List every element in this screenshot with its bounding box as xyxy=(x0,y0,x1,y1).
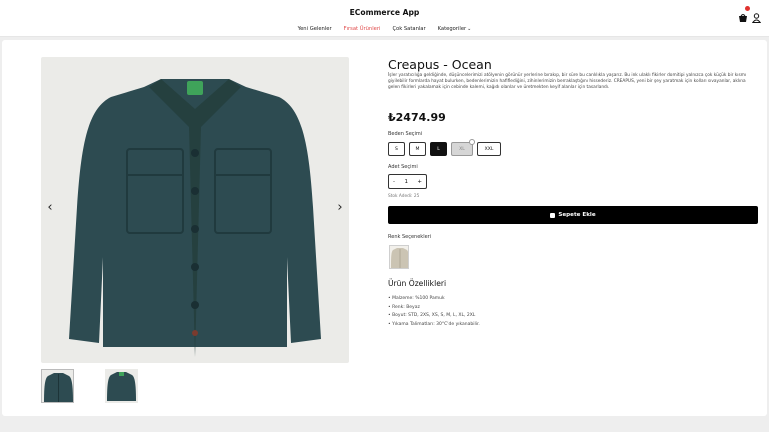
color-options-label: Renk Seçenekleri xyxy=(388,234,432,240)
main-nav: Yeni Gelenler Fırsat Ürünleri Çok Satanl… xyxy=(0,26,769,32)
stock-count: Stok Adedi: 25 xyxy=(388,194,420,199)
cart-badge xyxy=(745,6,750,11)
jacket-image xyxy=(69,79,321,357)
nav-best-sellers[interactable]: Çok Satanlar xyxy=(392,26,425,32)
app-title[interactable]: ECommerce App xyxy=(0,8,769,17)
quantity-label: Adet Seçimi xyxy=(388,164,418,170)
chevron-down-icon: ⌄ xyxy=(467,26,472,32)
size-s-button[interactable]: S xyxy=(388,142,405,156)
product-main-image xyxy=(41,57,349,363)
nav-new-arrivals[interactable]: Yeni Gelenler xyxy=(298,26,332,32)
add-to-cart-label: Sepete Ekle xyxy=(558,212,596,218)
color-swatch-beige[interactable] xyxy=(389,245,409,269)
nav-categories-label: Kategoriler xyxy=(437,26,467,32)
quantity-minus-button[interactable]: - xyxy=(393,179,395,185)
product-title: Creapus - Ocean xyxy=(388,57,492,72)
quantity-plus-button[interactable]: + xyxy=(417,179,422,185)
feature-item: Boyut: STD, 2XS, XS, S, M, L, XL, 2XL xyxy=(388,312,480,321)
user-icon[interactable] xyxy=(751,8,762,23)
thumbnail-front[interactable] xyxy=(41,369,74,403)
thumbnail-back[interactable] xyxy=(105,369,138,403)
prev-image-button[interactable]: ‹ xyxy=(44,200,56,216)
add-to-cart-button[interactable]: Sepete Ekle xyxy=(388,206,758,224)
shopping-bag-icon xyxy=(550,212,556,218)
quantity-stepper: - 1 + xyxy=(388,174,427,189)
product-price: ₺2474.99 xyxy=(388,111,446,124)
features-list: Malzeme: %100 Pamuk Renk: Beyaz Boyut: S… xyxy=(388,295,480,329)
feature-item: Malzeme: %100 Pamuk xyxy=(388,295,480,304)
size-m-button[interactable]: M xyxy=(409,142,426,156)
feature-item: Yıkama Talimatları: 30°C'de yıkanabilir. xyxy=(388,321,480,330)
features-title: Ürün Özellikleri xyxy=(388,279,447,288)
unavailable-icon xyxy=(469,139,475,145)
product-description: İşler yaratıcılığa geldiğinde, düşüncele… xyxy=(388,73,747,91)
cart-icon[interactable] xyxy=(738,6,750,22)
top-header: ECommerce App Yeni Gelenler Fırsat Ürünl… xyxy=(0,0,769,37)
size-label: Beden Seçimi xyxy=(388,131,423,137)
quantity-value: 1 xyxy=(404,178,408,185)
next-image-button[interactable]: › xyxy=(334,200,346,216)
size-options: S M L XL XXL xyxy=(388,139,501,156)
feature-item: Renk: Beyaz xyxy=(388,304,480,313)
size-xl-button[interactable]: XL xyxy=(451,139,475,156)
size-l-button[interactable]: L xyxy=(430,142,447,156)
nav-deals[interactable]: Fırsat Ürünleri xyxy=(344,26,381,32)
nav-categories[interactable]: Kategoriler⌄ xyxy=(438,26,472,32)
size-xl-label: XL xyxy=(459,146,465,152)
size-xxl-button[interactable]: XXL xyxy=(477,142,501,156)
